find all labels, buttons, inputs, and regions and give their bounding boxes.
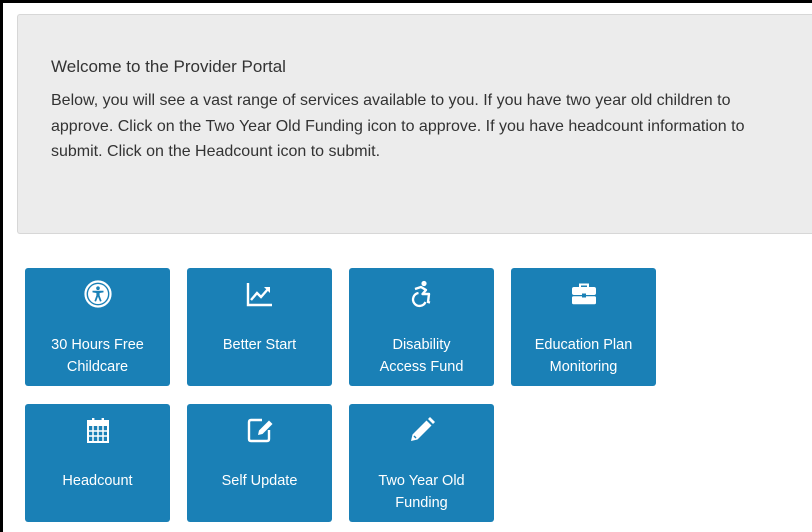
tile-30-hours-free-childcare[interactable]: 30 Hours Free Childcare — [25, 268, 170, 386]
tile-disability-access-fund[interactable]: Disability Access Fund — [349, 268, 494, 386]
welcome-description: Below, you will see a vast range of serv… — [51, 92, 745, 160]
pencil-icon — [408, 416, 436, 444]
welcome-title: Welcome to the Provider Portal — [51, 57, 286, 76]
line-chart-icon — [246, 280, 274, 308]
tile-label: Self Update — [221, 473, 298, 489]
tile-label: 30 Hours Free Childcare — [51, 337, 144, 375]
tile-headcount[interactable]: Headcount — [25, 404, 170, 522]
tile-label: Education Plan Monitoring — [534, 337, 633, 375]
tile-self-update[interactable]: Self Update — [187, 404, 332, 522]
edit-icon — [246, 416, 274, 444]
tile-better-start[interactable]: Better Start — [187, 268, 332, 386]
wheelchair-icon — [408, 280, 436, 308]
tile-two-year-old-funding[interactable]: Two Year Old Funding — [349, 404, 494, 522]
tile-education-plan-monitoring[interactable]: Education Plan Monitoring — [511, 268, 656, 386]
briefcase-icon — [570, 280, 598, 308]
tile-label: Two Year Old Funding — [378, 473, 465, 511]
universal-access-icon — [83, 280, 112, 308]
tile-label: Better Start — [222, 337, 297, 353]
tile-label: Disability Access Fund — [379, 337, 464, 375]
tile-label: Headcount — [62, 473, 133, 489]
calendar-icon — [84, 416, 112, 444]
